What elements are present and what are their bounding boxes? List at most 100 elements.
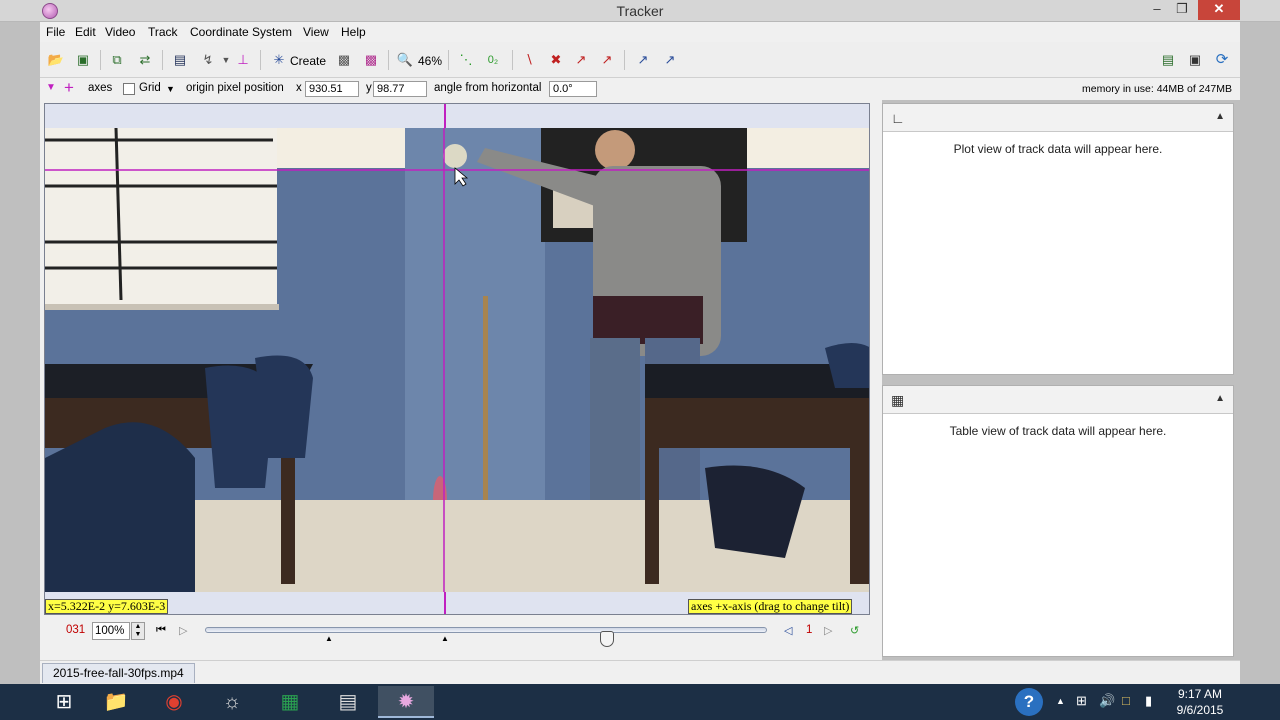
clock-date[interactable]: 9/6/2015	[1170, 703, 1230, 717]
axes-visibility-dropdown-icon[interactable]: ▼	[46, 82, 56, 93]
create-track-icon[interactable]: ✳	[269, 50, 289, 70]
step-count[interactable]: 1	[806, 624, 812, 636]
mass-center-icon[interactable]: ▩	[361, 50, 381, 70]
axes-cross-icon: +	[64, 78, 74, 97]
menu-video[interactable]: Video	[105, 25, 135, 39]
tray-expand-icon[interactable]: ▲	[1056, 696, 1065, 706]
step-back-button[interactable]: ◁	[784, 624, 792, 637]
menu-track[interactable]: Track	[148, 25, 178, 39]
velocity-icon[interactable]: ↗	[571, 50, 591, 70]
save-icon[interactable]: ▣	[73, 50, 93, 70]
axes-label[interactable]: axes	[88, 82, 112, 94]
window-titlebar: Tracker – ❐ ✕	[0, 0, 1280, 22]
open-file-icon[interactable]: 📂	[46, 50, 66, 70]
step-forward-button[interactable]: ▷	[824, 624, 832, 637]
start-marker-icon[interactable]: ▲	[325, 634, 333, 643]
refresh-icon[interactable]: ⟳	[1212, 50, 1232, 70]
plot-panel: ∟ ▲ Plot view of track data will appear …	[882, 103, 1234, 375]
coordinate-readout: x=5.322E-2 y=7.603E-3	[45, 599, 169, 614]
slider-thumb[interactable]	[600, 631, 614, 647]
video-tab-strip: 2015-free-fall-30fps.mp4	[40, 660, 1240, 684]
loop-icon[interactable]: ↺	[850, 624, 859, 637]
y-axis-top-segment	[444, 104, 446, 128]
plot-panel-header: ∟ ▲	[883, 104, 1233, 132]
play-button[interactable]: ▷	[179, 624, 187, 637]
collapse-caret-icon[interactable]: ▲	[1215, 393, 1225, 404]
clock-time[interactable]: 9:17 AM	[1170, 687, 1230, 701]
origin-y-field[interactable]: 98.77	[373, 81, 427, 97]
angle-field[interactable]: 0.0°	[549, 81, 597, 97]
windows-start-icon[interactable]: ⊞	[40, 686, 88, 718]
reset-button[interactable]: ⏮	[156, 624, 166, 637]
window-title: Tracker	[616, 3, 664, 19]
table-panel-header: ▦ ▲	[883, 386, 1233, 414]
video-image	[45, 128, 869, 592]
tab-video-file[interactable]: 2015-free-fall-30fps.mp4	[42, 663, 195, 683]
axes-hint-readout: axes +x-axis (drag to change tilt)	[688, 599, 853, 614]
axes-icon[interactable]: ⊥	[233, 50, 253, 70]
grid-label[interactable]: Grid	[139, 82, 161, 94]
position-icon[interactable]: ✖	[546, 50, 566, 70]
window-icon[interactable]: ▣	[1185, 50, 1205, 70]
table-panel: ▦ ▲ Table view of track data will appear…	[882, 385, 1234, 657]
plot-placeholder-message: Plot view of track data will appear here…	[953, 142, 1163, 156]
tracker-icon[interactable]: ✹	[378, 686, 434, 718]
video-player-icon[interactable]: ▤	[320, 686, 376, 718]
origin-y-label: y	[366, 82, 372, 94]
main-toolbar: 📂 ▣ ⧉ ⇄ ▤ ↯ ▼ ⊥ ✳ Create ▩ ▩ 🔍 46% ⋱ 0₂ …	[40, 42, 1240, 78]
data-builder-icon[interactable]: ↗	[660, 50, 680, 70]
app-icon[interactable]: ☼	[204, 686, 260, 718]
table-icon[interactable]: ▦	[891, 392, 904, 409]
file-explorer-icon[interactable]: 📁	[88, 686, 144, 718]
menu-help[interactable]: Help	[341, 25, 366, 39]
video-frame[interactable]	[44, 103, 870, 615]
notification-icon[interactable]: □	[1122, 693, 1130, 708]
create-button-label[interactable]: Create	[290, 54, 326, 68]
open-video-icon[interactable]: ⧉	[107, 50, 127, 70]
menu-edit[interactable]: Edit	[75, 25, 96, 39]
trails-icon[interactable]: ⋱	[456, 50, 476, 70]
volume-icon[interactable]: 🔊	[1099, 693, 1115, 709]
grid-dropdown-icon[interactable]: ▼	[166, 84, 175, 94]
menubar: File Edit Video Track Coordinate System …	[40, 22, 1240, 42]
clip-settings-icon[interactable]: ▤	[170, 50, 190, 70]
help-icon[interactable]: ?	[1015, 688, 1043, 716]
memory-usage-label: memory in use: 44MB of 247MB	[1082, 83, 1232, 95]
frame-number[interactable]: 031	[66, 624, 85, 636]
rate-field[interactable]: 100%	[92, 622, 130, 640]
notes-icon[interactable]: ▤	[1158, 50, 1178, 70]
grid-checkbox[interactable]	[123, 83, 135, 95]
player-bar: 031 100% ▲ ▼ ⏮ ▷ ▲ ▲ ◁ 1 ▷ ↺	[44, 618, 872, 647]
windows-flag-icon[interactable]: ⊞	[1076, 693, 1087, 709]
signal-icon[interactable]: ▮	[1145, 693, 1152, 709]
frame-slider[interactable]	[205, 627, 767, 647]
origin-x-field[interactable]: 930.51	[305, 81, 359, 97]
import-icon[interactable]: ⇄	[135, 50, 155, 70]
rate-spinner[interactable]: ▲ ▼	[131, 622, 145, 640]
origin-x-label: x	[296, 82, 302, 94]
chrome-icon[interactable]: ◉	[146, 686, 202, 718]
menu-file[interactable]: File	[46, 25, 65, 39]
table-placeholder-message: Table view of track data will appear her…	[949, 424, 1167, 438]
current-marker-icon: ▲	[441, 634, 449, 643]
windows-taskbar: ⊞ 📁 ◉ ☼ ▦ ▤ ✹ ? ▲ ⊞ 🔊 □ ▮ 9:17 AM 9/6/20…	[0, 684, 1280, 720]
autotracker-icon[interactable]: ↗	[633, 50, 653, 70]
origin-label: origin pixel position	[186, 82, 284, 94]
calibration-icon[interactable]: ↯	[198, 50, 218, 70]
menu-coordinate-system[interactable]: Coordinate System	[190, 25, 292, 39]
tape-measure-icon[interactable]: ▩	[334, 50, 354, 70]
close-button[interactable]: ✕	[1198, 0, 1240, 20]
plot-icon[interactable]: ∟	[891, 110, 905, 126]
zoom-icon[interactable]: 🔍	[395, 50, 415, 70]
angle-label: angle from horizontal	[434, 82, 542, 94]
minimize-button[interactable]: –	[1143, 0, 1171, 20]
menu-view[interactable]: View	[303, 25, 329, 39]
labels-icon[interactable]: 0₂	[483, 50, 503, 70]
excel-icon[interactable]: ▦	[262, 686, 318, 718]
zoom-label[interactable]: 46%	[418, 54, 442, 68]
path-icon[interactable]: ∖	[519, 50, 539, 70]
y-axis-bottom-segment	[444, 592, 446, 614]
maximize-button[interactable]: ❐	[1168, 0, 1196, 20]
acceleration-icon[interactable]: ↗	[597, 50, 617, 70]
collapse-caret-icon[interactable]: ▲	[1215, 111, 1225, 122]
